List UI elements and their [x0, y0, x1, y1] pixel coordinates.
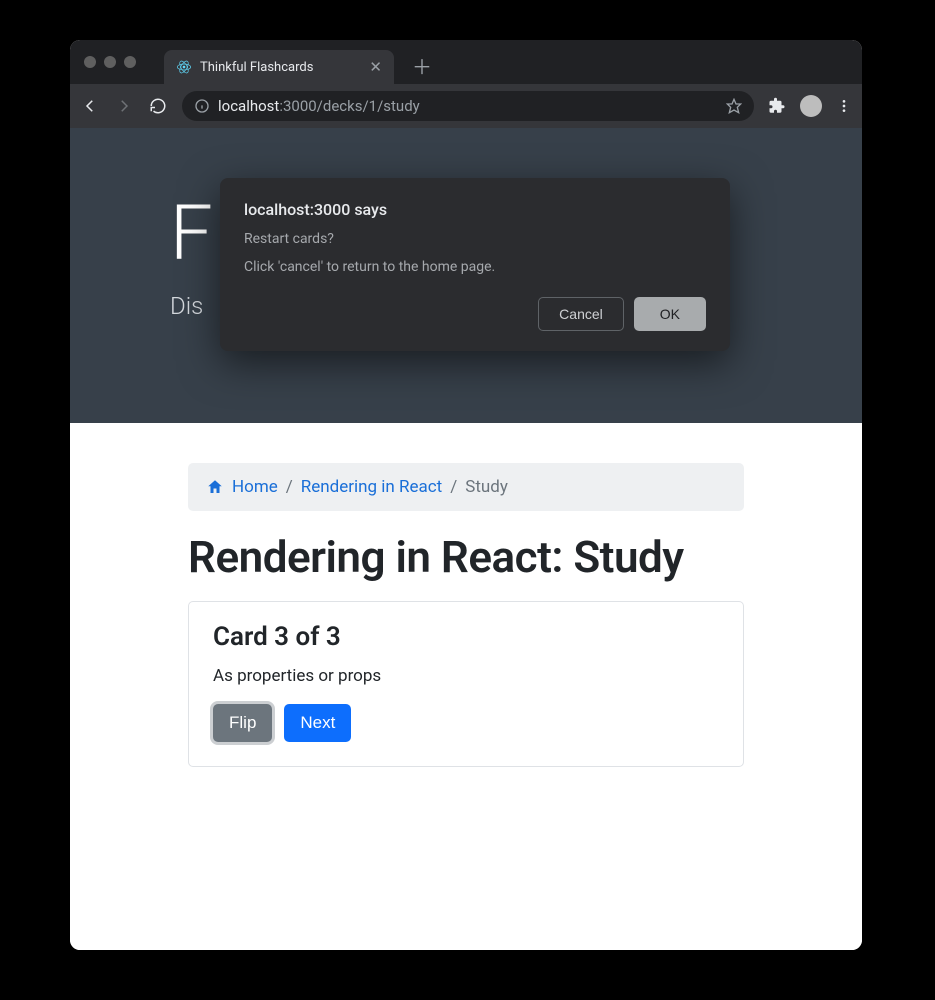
window-maximize-icon[interactable]: [124, 56, 136, 68]
study-card: Card 3 of 3 As properties or props Flip …: [188, 601, 744, 767]
profile-avatar-icon[interactable]: [800, 95, 822, 117]
reload-icon[interactable]: [148, 96, 168, 116]
browser-window: Thinkful Flashcards ✕ ＋ localhost:3000/d…: [70, 40, 862, 950]
tab-bar: Thinkful Flashcards ✕ ＋: [70, 40, 862, 84]
page-title: Rendering in React: Study: [188, 531, 744, 583]
card-body: As properties or props: [213, 666, 719, 686]
new-tab-icon[interactable]: ＋: [412, 51, 432, 80]
dialog-origin: localhost:3000 says: [244, 200, 706, 219]
dialog-message-line2: Click 'cancel' to return to the home pag…: [244, 259, 706, 275]
window-minimize-icon[interactable]: [104, 56, 116, 68]
dialog-message-line1: Restart cards?: [244, 231, 706, 247]
breadcrumb-separator: /: [450, 477, 457, 497]
main-content: Home / Rendering in React / Study Render…: [70, 423, 862, 807]
breadcrumb: Home / Rendering in React / Study: [188, 463, 744, 511]
tab-close-icon[interactable]: ✕: [369, 58, 382, 76]
url-host: localhost:3000/decks/1/study: [218, 97, 420, 115]
ok-button[interactable]: OK: [634, 297, 706, 331]
tab-title: Thinkful Flashcards: [200, 60, 361, 75]
address-bar[interactable]: localhost:3000/decks/1/study: [182, 91, 754, 121]
cancel-button[interactable]: Cancel: [538, 297, 624, 331]
breadcrumb-current: Study: [465, 477, 508, 497]
window-close-icon[interactable]: [84, 56, 96, 68]
extensions-icon[interactable]: [768, 97, 786, 115]
breadcrumb-home-link[interactable]: Home: [232, 477, 278, 497]
back-icon[interactable]: [80, 96, 100, 116]
next-button[interactable]: Next: [284, 704, 351, 742]
page-viewport: F Dis Home / Rendering in React / Study …: [70, 128, 862, 950]
bookmark-star-icon[interactable]: [726, 98, 742, 114]
card-counter: Card 3 of 3: [213, 622, 719, 652]
browser-tab[interactable]: Thinkful Flashcards ✕: [164, 50, 394, 84]
window-controls: [84, 56, 136, 68]
home-icon: [206, 478, 224, 496]
confirm-dialog: localhost:3000 says Restart cards? Click…: [220, 178, 730, 351]
dialog-actions: Cancel OK: [244, 297, 706, 331]
forward-icon[interactable]: [114, 96, 134, 116]
kebab-menu-icon[interactable]: [836, 98, 852, 114]
breadcrumb-separator: /: [286, 477, 293, 497]
browser-toolbar: localhost:3000/decks/1/study: [70, 84, 862, 128]
favicon-react-icon: [176, 59, 192, 75]
flip-button[interactable]: Flip: [213, 704, 272, 742]
site-info-icon[interactable]: [194, 98, 210, 114]
breadcrumb-deck-link[interactable]: Rendering in React: [301, 477, 442, 497]
